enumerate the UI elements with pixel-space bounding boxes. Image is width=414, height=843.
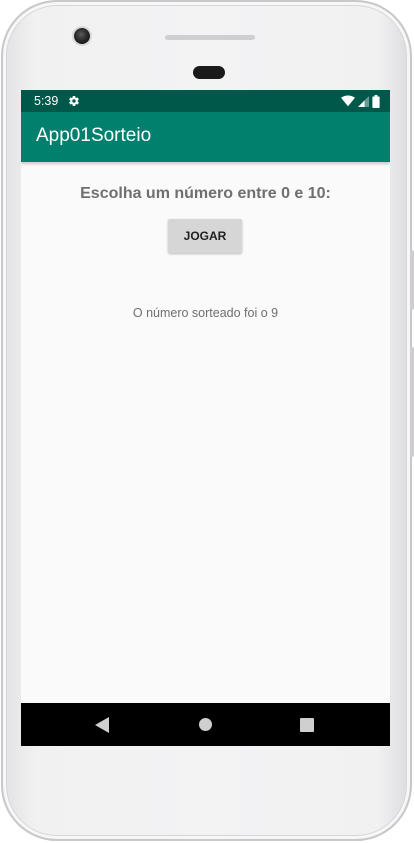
- status-time: 5:39: [34, 94, 59, 108]
- volume-rocker: [410, 347, 414, 457]
- wifi-icon: [341, 95, 355, 107]
- front-camera: [74, 28, 90, 44]
- app-title: App01Sorteio: [36, 125, 152, 146]
- gear-icon: [69, 96, 79, 107]
- device-screen: 5:39 App01Sorteio Escolha um número entr…: [21, 90, 390, 746]
- signal-icon: [358, 95, 369, 107]
- play-button[interactable]: JOGAR: [168, 219, 242, 253]
- power-button: [410, 250, 414, 310]
- navigation-bar: [21, 703, 390, 746]
- recents-icon[interactable]: [300, 718, 314, 732]
- prompt-text: Escolha um número entre 0 e 10:: [80, 185, 331, 202]
- proximity-sensor: [193, 66, 225, 79]
- app-bar: App01Sorteio: [21, 112, 390, 162]
- home-icon[interactable]: [198, 717, 213, 732]
- result-text: O número sorteado foi o 9: [132, 306, 279, 320]
- status-bar: 5:39: [21, 90, 390, 112]
- status-icons: [341, 94, 380, 108]
- earpiece-speaker: [165, 35, 255, 40]
- back-icon[interactable]: [95, 717, 109, 733]
- battery-icon: [372, 94, 380, 108]
